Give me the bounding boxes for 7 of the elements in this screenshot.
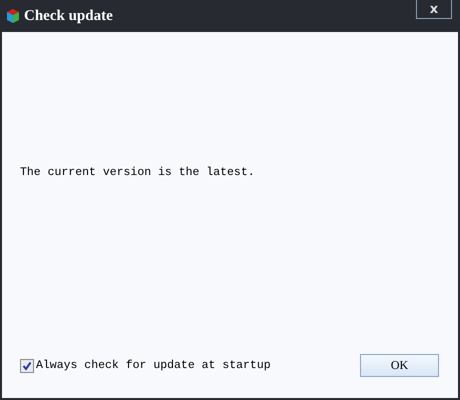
status-message: The current version is the latest.	[20, 166, 256, 179]
ok-button[interactable]: OK	[360, 354, 439, 377]
startup-checkbox[interactable]	[20, 358, 34, 372]
close-button[interactable]: x	[416, 0, 452, 19]
cube-icon	[6, 8, 20, 24]
checkbox-label: Always check for update at startup	[36, 359, 271, 372]
window-title: Check update	[24, 8, 113, 24]
